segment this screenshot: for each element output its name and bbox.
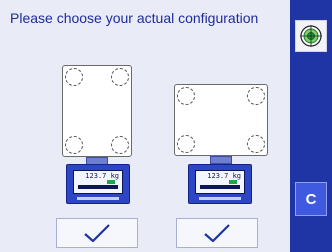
- status-indicator: [107, 180, 115, 184]
- select-portrait-button[interactable]: [56, 218, 138, 248]
- display-bar: [200, 185, 240, 189]
- platform-foot: [177, 135, 195, 153]
- weighing-terminal: 123.7 kg: [188, 164, 252, 204]
- checkmark-icon: [204, 224, 230, 243]
- terminal-readout: 123.7 kg: [207, 172, 241, 180]
- page-title: Please choose your actual configuration: [10, 10, 259, 26]
- platform-foot: [247, 87, 265, 105]
- select-landscape-button[interactable]: [176, 218, 258, 248]
- terminal-display: 123.7 kg: [73, 170, 123, 194]
- platform-foot: [111, 136, 129, 154]
- platform-foot: [65, 136, 83, 154]
- configuration-screen: Please choose your actual configuration …: [0, 0, 332, 252]
- clear-button[interactable]: C: [295, 182, 327, 216]
- weighing-platform: [174, 84, 268, 156]
- target-icon: [300, 25, 322, 47]
- platform-foot: [177, 87, 195, 105]
- terminal-keypad: [199, 197, 241, 200]
- weighing-terminal: 123.7 kg: [66, 164, 130, 204]
- platform-foot: [247, 135, 265, 153]
- status-indicator: [229, 180, 237, 184]
- checkmark-icon: [84, 224, 110, 243]
- platform-foot: [65, 68, 83, 86]
- terminal-display: 123.7 kg: [195, 170, 245, 194]
- display-bar: [78, 185, 118, 189]
- terminal-stand: [210, 156, 232, 164]
- terminal-readout: 123.7 kg: [85, 172, 119, 180]
- weighing-platform: [62, 65, 132, 157]
- terminal-keypad: [77, 197, 119, 200]
- target-button[interactable]: [295, 20, 327, 52]
- platform-foot: [111, 68, 129, 86]
